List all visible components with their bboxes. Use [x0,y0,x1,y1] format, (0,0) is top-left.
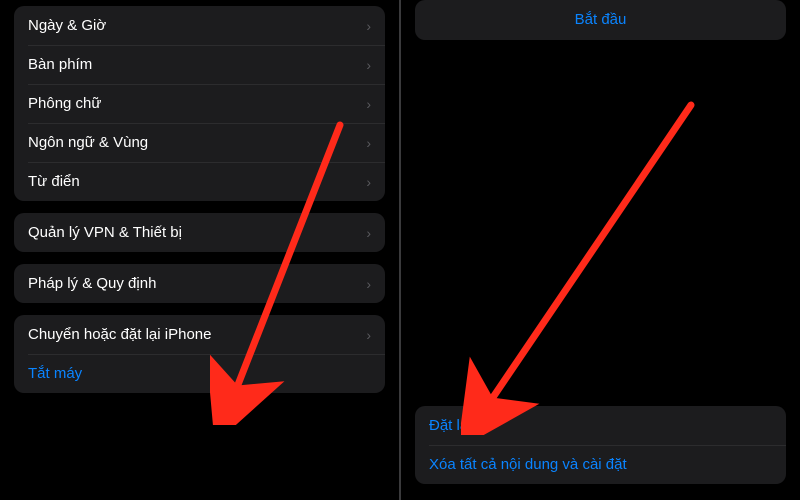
settings-group-general: Ngày & Giờ › Bàn phím › Phông chữ › Ngôn… [14,6,385,201]
settings-list-panel: Ngày & Giờ › Bàn phím › Phông chữ › Ngôn… [0,0,401,500]
chevron-right-icon: › [366,327,371,343]
settings-group-reset: Chuyển hoặc đặt lại iPhone › Tắt máy [14,315,385,393]
row-label: Bàn phím [28,56,358,73]
row-legal[interactable]: Pháp lý & Quy định › [14,264,385,303]
row-date-time[interactable]: Ngày & Giờ › [14,6,385,45]
reset-link: Đặt lại [429,417,772,434]
row-erase-all[interactable]: Xóa tất cả nội dung và cài đặt [415,445,786,484]
chevron-right-icon: › [366,225,371,241]
reset-options-group: Đặt lại Xóa tất cả nội dung và cài đặt [415,406,786,484]
row-label: Pháp lý & Quy định [28,275,358,292]
row-label: Quản lý VPN & Thiết bị [28,224,358,241]
row-vpn-device[interactable]: Quản lý VPN & Thiết bị › [14,213,385,252]
chevron-right-icon: › [366,96,371,112]
row-fonts[interactable]: Phông chữ › [14,84,385,123]
chevron-right-icon: › [366,135,371,151]
start-button[interactable]: Bắt đầu [415,0,786,40]
row-label: Ngôn ngữ & Vùng [28,134,358,151]
settings-group-vpn: Quản lý VPN & Thiết bị › [14,213,385,252]
row-dictionary[interactable]: Từ điển › [14,162,385,201]
row-label: Từ điển [28,173,358,190]
settings-group-legal: Pháp lý & Quy định › [14,264,385,303]
row-label: Ngày & Giờ [28,17,358,34]
chevron-right-icon: › [366,57,371,73]
shutdown-link: Tắt máy [28,365,371,382]
start-button-label: Bắt đầu [575,11,627,28]
reset-detail-panel: Bắt đầu Đặt lại Xóa tất cả nội dung và c… [401,0,800,500]
row-label: Chuyển hoặc đặt lại iPhone [28,326,358,343]
empty-space [405,46,796,400]
erase-link: Xóa tất cả nội dung và cài đặt [429,456,772,473]
chevron-right-icon: › [366,174,371,190]
row-transfer-reset[interactable]: Chuyển hoặc đặt lại iPhone › [14,315,385,354]
row-language-region[interactable]: Ngôn ngữ & Vùng › [14,123,385,162]
row-reset[interactable]: Đặt lại [415,406,786,445]
row-keyboard[interactable]: Bàn phím › [14,45,385,84]
row-label: Phông chữ [28,95,358,112]
row-shutdown[interactable]: Tắt máy [14,354,385,393]
chevron-right-icon: › [366,276,371,292]
chevron-right-icon: › [366,18,371,34]
